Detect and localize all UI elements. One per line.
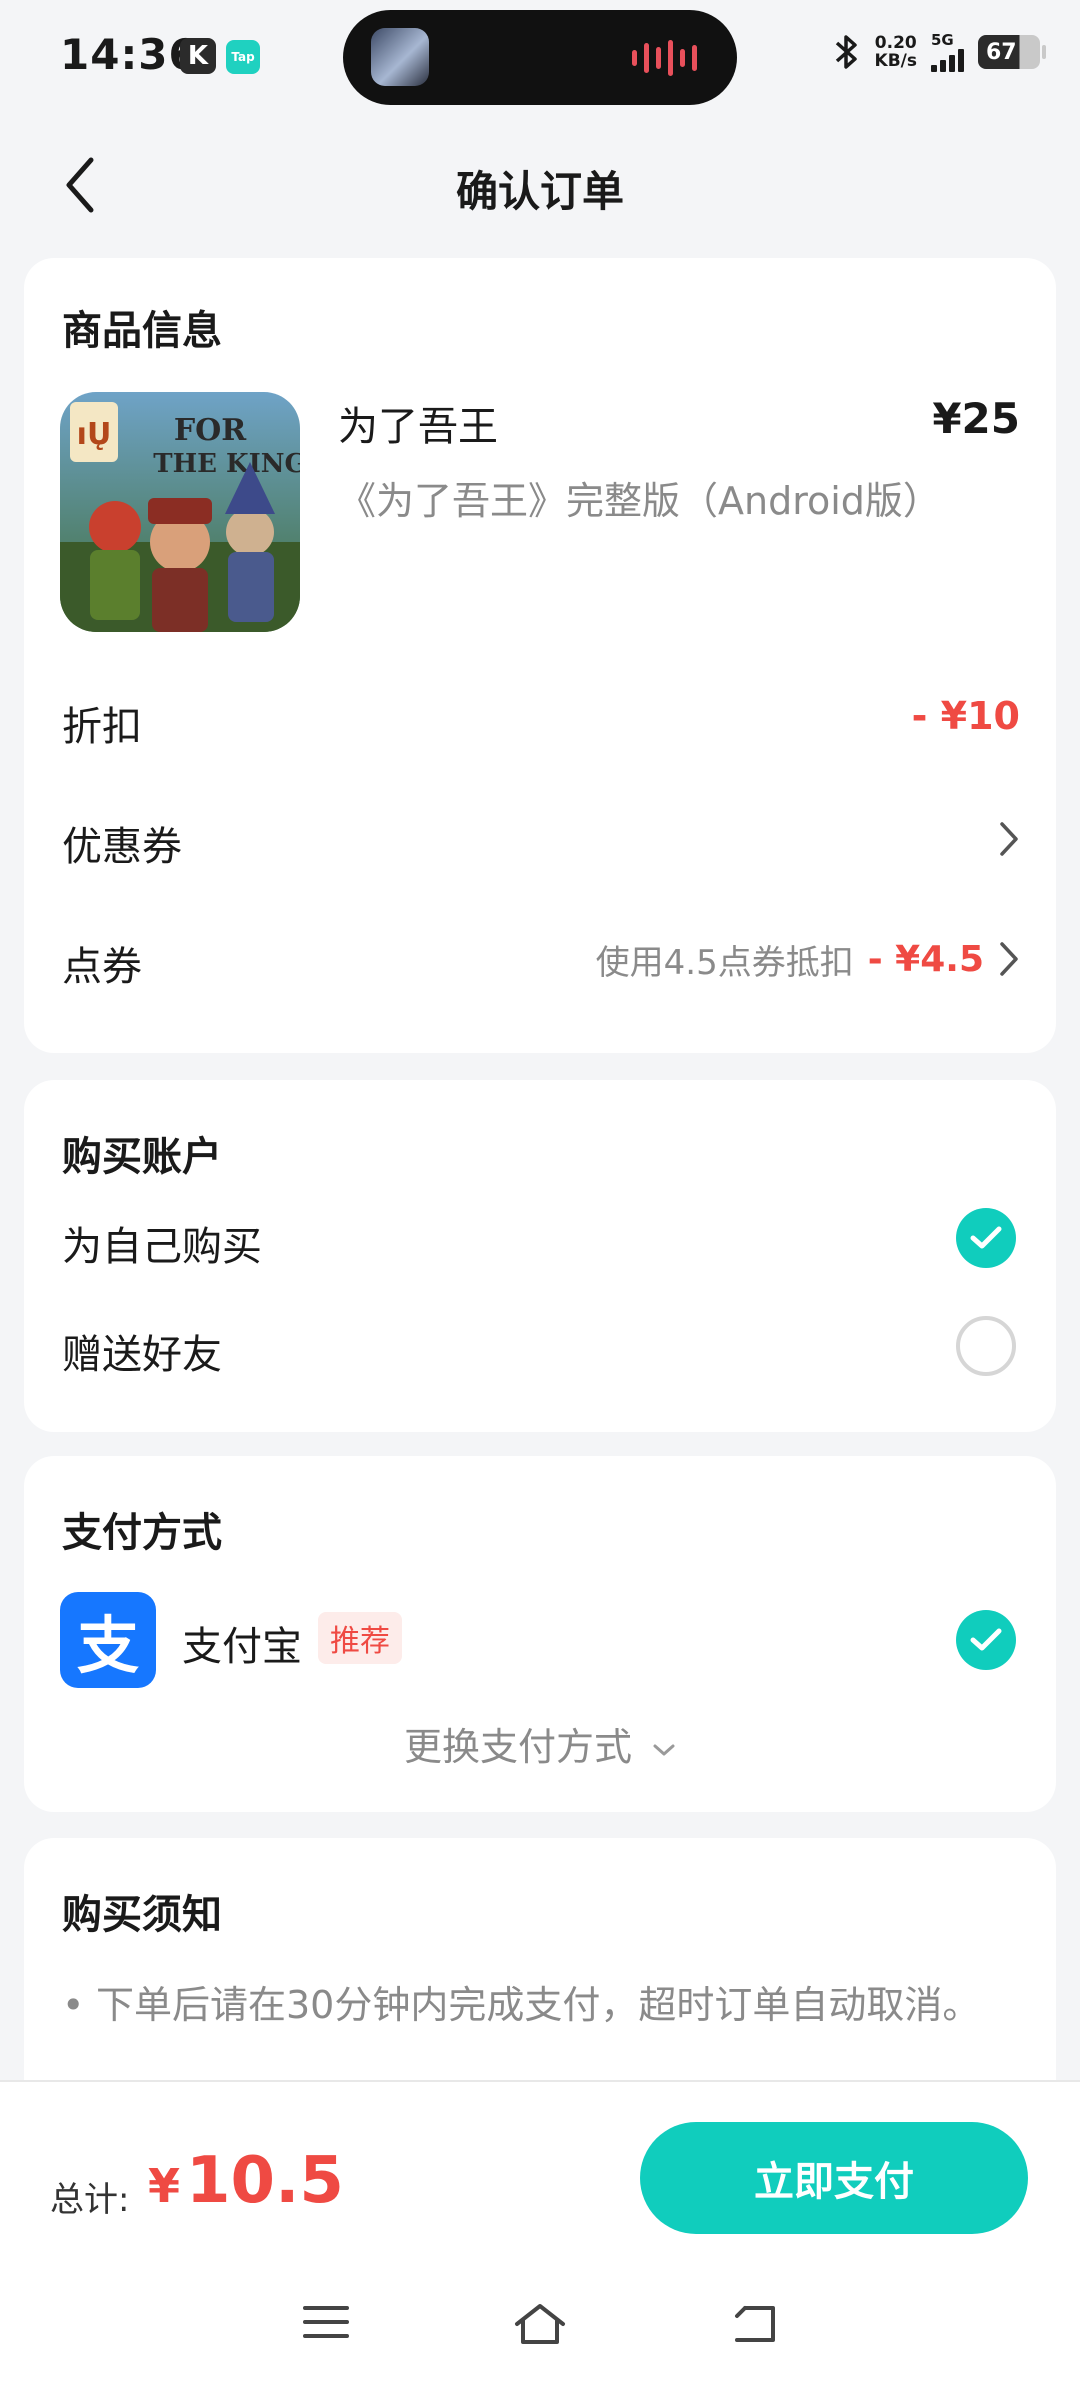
page-title: 确认订单 [455,167,624,216]
checkmark-icon [970,1628,1002,1651]
pay-now-button[interactable]: 立即支付 [640,2122,1028,2234]
total-amount: ¥ 10.5 [148,2144,344,2218]
dynamic-island[interactable] [343,10,737,105]
option-self-radio[interactable] [956,1208,1016,1268]
product-description: 《为了吾王》完整版（Android版） [338,479,941,523]
svg-text:FOR: FOR [174,413,247,448]
checkout-bar: 总计: ¥ 10.5 立即支付 [0,2080,1080,2400]
battery-icon: 67 [978,35,1046,69]
product-info-card: 商品信息 ıŲ FOR THE KING 为了吾王 ¥25 《为了吾王》完整版（… [24,258,1056,1053]
chevron-right-icon [998,940,1020,978]
svg-text:ıŲ: ıŲ [77,417,112,452]
discount-row-value: - ¥10 [912,694,1020,738]
points-label: 点券 [62,944,142,990]
points-value: - ¥4.5 [867,938,984,980]
status-bar: 14:36 K Tap 0.20 KB/s 5G 67 [0,0,1080,115]
chevron-down-icon [653,1744,675,1755]
alipay-radio[interactable] [956,1610,1016,1670]
checkmark-icon [970,1226,1002,1249]
change-payment-button[interactable]: 更换支付方式 [24,1716,1056,1771]
payment-method-name: 支付宝 [182,1624,302,1670]
product-price: ¥25 [932,394,1020,443]
option-gift-radio[interactable] [956,1316,1016,1376]
status-icons: 0.20 KB/s 5G 67 [833,32,1046,72]
alipay-icon: 支 [60,1592,156,1688]
recommend-badge: 推荐 [318,1612,402,1664]
taptap-app-icon: Tap [226,40,260,74]
bullet-icon: • [62,1983,85,2027]
music-cover-icon [371,28,429,86]
k-app-icon: K [180,38,216,74]
section-title: 购买须知 [62,1892,222,1938]
page-header: 确认订单 [0,140,1080,230]
audio-wave-icon [632,38,697,78]
net-speed: 0.20 KB/s [874,33,917,71]
account-card: 购买账户 为自己购买 赠送好友 [24,1080,1056,1432]
menu-icon[interactable] [301,2302,351,2346]
coupon-selector[interactable] [998,814,1020,864]
svg-text:THE KING: THE KING [153,449,300,479]
system-nav-bar [0,2302,1080,2346]
product-name: 为了吾王 [338,404,498,450]
home-icon[interactable] [511,2302,569,2346]
notice-item: • 下单后请在30分钟内完成支付，超时订单自动取消。 [62,1972,1022,2038]
discount-value: - ¥10 [911,694,1020,738]
points-note: 使用4.5点券抵扣 [595,942,854,983]
section-title: 商品信息 [62,308,222,354]
section-title: 购买账户 [62,1134,222,1180]
points-selector[interactable]: 使用4.5点券抵扣 - ¥4.5 [596,934,1020,984]
change-payment-label: 更换支付方式 [403,1725,632,1769]
chevron-right-icon [998,820,1020,858]
section-title: 支付方式 [62,1510,222,1556]
payment-card: 支付方式 支 支付宝 推荐 更换支付方式 [24,1456,1056,1812]
signal-icon: 5G [931,32,964,72]
product-cover-image: ıŲ FOR THE KING [60,392,300,632]
coupon-label: 优惠券 [62,824,182,870]
total-label: 总计: [50,2180,130,2220]
back-nav-icon[interactable] [729,2302,779,2346]
bluetooth-icon [833,32,861,72]
option-self-label: 为自己购买 [62,1224,262,1270]
option-gift-label: 赠送好友 [62,1332,222,1378]
discount-label: 折扣 [62,704,142,750]
status-time: 14:36 [60,30,199,79]
